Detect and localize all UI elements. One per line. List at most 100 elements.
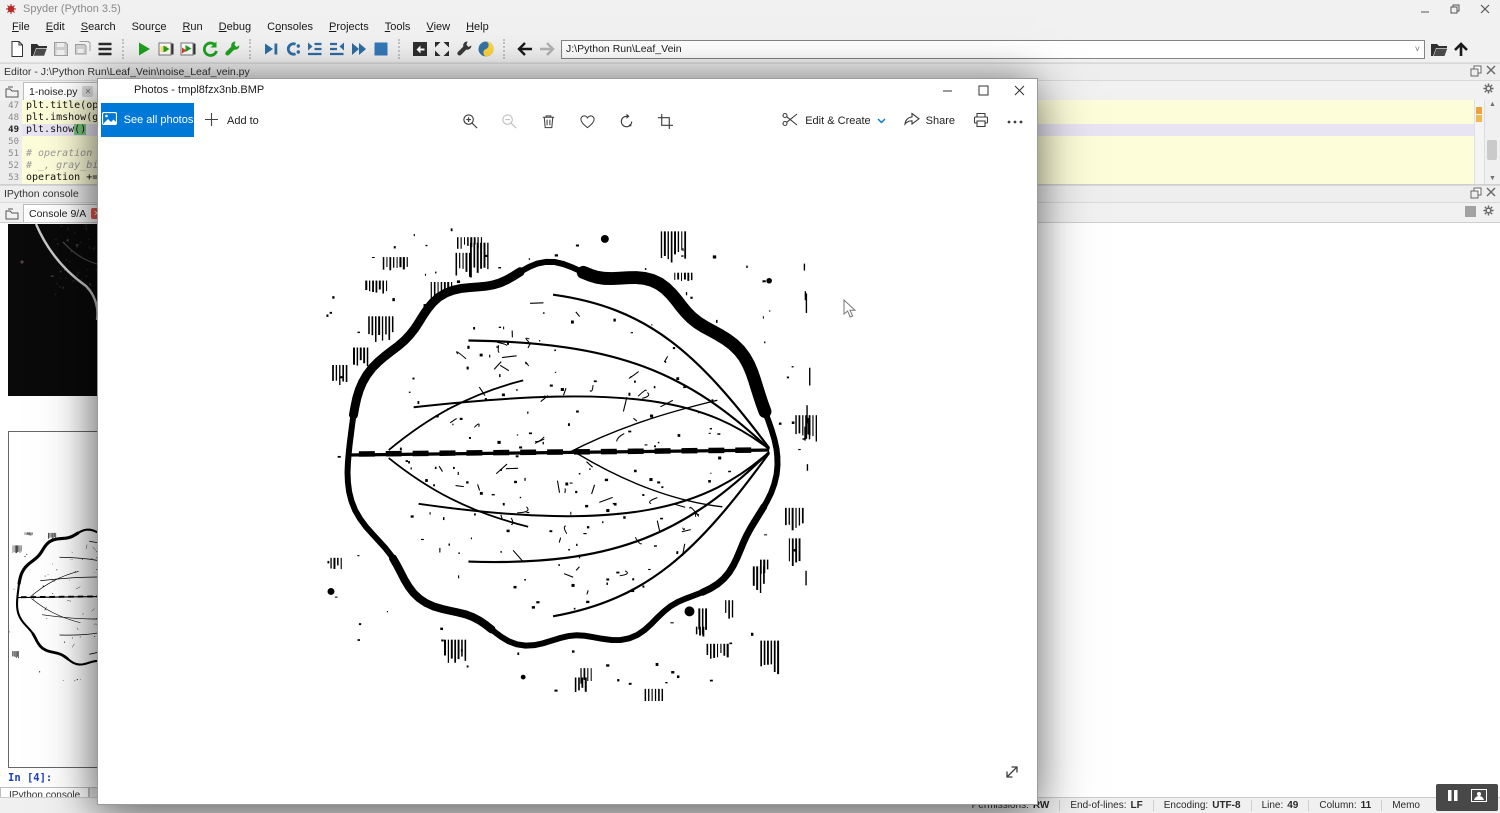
parent-directory-icon[interactable] bbox=[1450, 38, 1472, 60]
minimize-icon[interactable] bbox=[1410, 0, 1440, 18]
editor-scrollbar[interactable]: ▲ ▼ bbox=[1484, 100, 1500, 184]
undock-pane-icon[interactable] bbox=[1470, 65, 1482, 80]
console-options-gear-icon[interactable] bbox=[1482, 204, 1495, 222]
interrupt-kernel-icon[interactable] bbox=[1465, 204, 1476, 222]
step-into-icon[interactable] bbox=[304, 38, 326, 60]
menu-edit[interactable]: Edit bbox=[38, 20, 73, 34]
max-pane-icon[interactable] bbox=[409, 38, 431, 60]
spyder-logo-icon bbox=[5, 3, 17, 15]
resize-diagonal-icon[interactable] bbox=[1003, 763, 1021, 786]
favorite-icon[interactable] bbox=[579, 113, 596, 130]
close-icon[interactable] bbox=[1001, 79, 1037, 101]
back-icon[interactable] bbox=[514, 38, 536, 60]
line-number: 48 bbox=[0, 112, 19, 124]
edit-create-icon bbox=[782, 112, 799, 130]
menu-debug[interactable]: Debug bbox=[211, 20, 259, 34]
edit-create-label: Edit & Create bbox=[805, 115, 870, 127]
maximize-icon[interactable] bbox=[965, 79, 1001, 101]
photos-titlebar: Photos - tmpl8fzx3nb.BMP bbox=[98, 79, 1037, 101]
save-icon[interactable] bbox=[50, 38, 72, 60]
browse-directory-icon[interactable] bbox=[1428, 38, 1450, 60]
menu-file[interactable]: File bbox=[4, 20, 38, 34]
run-cell-icon[interactable] bbox=[155, 38, 177, 60]
console-figure-leaf-thumbnail bbox=[8, 431, 99, 768]
status-memo: Memo bbox=[1382, 800, 1430, 811]
menu-view[interactable]: View bbox=[418, 20, 458, 34]
stop-icon[interactable] bbox=[370, 38, 392, 60]
warning-flag bbox=[1476, 107, 1482, 114]
menu-source[interactable]: Source bbox=[124, 20, 175, 34]
pause-icon[interactable] bbox=[1447, 789, 1459, 807]
share-label: Share bbox=[926, 115, 955, 127]
photos-window: Photos - tmpl8fzx3nb.BMP See all photos … bbox=[97, 78, 1038, 805]
warning-flag bbox=[1476, 115, 1482, 122]
scroll-up-icon[interactable]: ▲ bbox=[1485, 100, 1500, 110]
delete-icon[interactable] bbox=[540, 113, 557, 130]
status-encoding: Encoding:UTF-8 bbox=[1154, 800, 1252, 811]
crop-icon[interactable] bbox=[657, 113, 674, 130]
see-more-icon[interactable] bbox=[1007, 115, 1023, 127]
save-all-icon[interactable] bbox=[72, 38, 94, 60]
rerun-icon[interactable] bbox=[199, 38, 221, 60]
scrollbar-thumb[interactable] bbox=[1487, 140, 1497, 160]
menu-help[interactable]: Help bbox=[458, 20, 497, 34]
menu-tools[interactable]: Tools bbox=[377, 20, 419, 34]
close-pane-icon[interactable] bbox=[1486, 65, 1496, 80]
share-button[interactable]: Share bbox=[904, 112, 955, 130]
rotate-icon[interactable] bbox=[618, 113, 635, 130]
photos-window-title: Photos - tmpl8fzx3nb.BMP bbox=[134, 84, 264, 96]
mouse-cursor bbox=[843, 299, 857, 324]
restore-icon[interactable] bbox=[1440, 0, 1470, 18]
menu-projects[interactable]: Projects bbox=[321, 20, 377, 34]
print-icon[interactable] bbox=[973, 112, 989, 131]
line-number: 51 bbox=[0, 148, 19, 160]
step-out-icon[interactable] bbox=[326, 38, 348, 60]
ipython-prompt: In [4]: bbox=[8, 772, 52, 784]
close-icon[interactable] bbox=[1470, 0, 1500, 18]
wrench-icon[interactable] bbox=[453, 38, 475, 60]
fullscreen-icon[interactable] bbox=[431, 38, 453, 60]
editor-pane-title: Editor - J:\Python Run\Leaf_Vein\noise_L… bbox=[4, 66, 250, 78]
run-icon[interactable] bbox=[133, 38, 155, 60]
line-number: 49 bbox=[0, 124, 19, 136]
chevron-down-icon[interactable]: ˅ bbox=[1415, 44, 1424, 54]
browse-tabs-icon[interactable] bbox=[3, 205, 21, 221]
edit-create-button[interactable]: Edit & Create bbox=[782, 112, 885, 130]
toolbar-divider bbox=[122, 39, 129, 59]
open-folder-icon[interactable] bbox=[28, 38, 50, 60]
zoom-in-icon[interactable] bbox=[462, 113, 479, 130]
line-number-gutter: 47484950515253 bbox=[0, 100, 22, 184]
status-end-of-lines: End-of-lines:LF bbox=[1060, 800, 1153, 811]
file-switcher-icon[interactable] bbox=[94, 38, 116, 60]
zoom-out-icon[interactable] bbox=[501, 113, 518, 130]
close-pane-icon[interactable] bbox=[1486, 187, 1496, 202]
debug-icon[interactable] bbox=[260, 38, 282, 60]
recorder-overlay bbox=[1436, 784, 1498, 811]
run-cell-advance-icon[interactable] bbox=[177, 38, 199, 60]
forward-icon[interactable] bbox=[536, 38, 558, 60]
menu-bar: FileEditSearchSourceRunDebugConsolesProj… bbox=[0, 18, 1500, 36]
console-tab-label: Console 9/A bbox=[29, 208, 86, 220]
working-directory-combobox[interactable]: J:\Python Run\Leaf_Vein ˅ bbox=[561, 40, 1425, 59]
close-tab-icon[interactable]: ✕ bbox=[82, 86, 93, 97]
console-pane-title: IPython console bbox=[4, 188, 79, 200]
browse-tabs-icon[interactable] bbox=[3, 83, 21, 99]
console-tab[interactable]: Console 9/A ✕ bbox=[23, 204, 108, 222]
console-figure-dark bbox=[8, 224, 97, 396]
run-config-icon[interactable] bbox=[221, 38, 243, 60]
scrollbar-flag-strip bbox=[1474, 100, 1484, 184]
menu-consoles[interactable]: Consoles bbox=[259, 20, 321, 34]
undock-pane-icon[interactable] bbox=[1470, 187, 1482, 202]
editor-options-gear-icon[interactable] bbox=[1482, 82, 1495, 100]
window-title: Spyder (Python 3.5) bbox=[23, 3, 121, 15]
editor-tab[interactable]: 1-noise.py ✕ bbox=[23, 82, 99, 100]
scroll-down-icon[interactable]: ▼ bbox=[1485, 174, 1500, 184]
new-file-icon[interactable] bbox=[6, 38, 28, 60]
run-line-icon[interactable] bbox=[282, 38, 304, 60]
minimize-icon[interactable] bbox=[929, 79, 965, 101]
menu-search[interactable]: Search bbox=[73, 20, 124, 34]
python-icon[interactable] bbox=[475, 38, 497, 60]
menu-run[interactable]: Run bbox=[174, 20, 210, 34]
snapshot-icon[interactable] bbox=[1471, 789, 1487, 807]
continue-icon[interactable] bbox=[348, 38, 370, 60]
